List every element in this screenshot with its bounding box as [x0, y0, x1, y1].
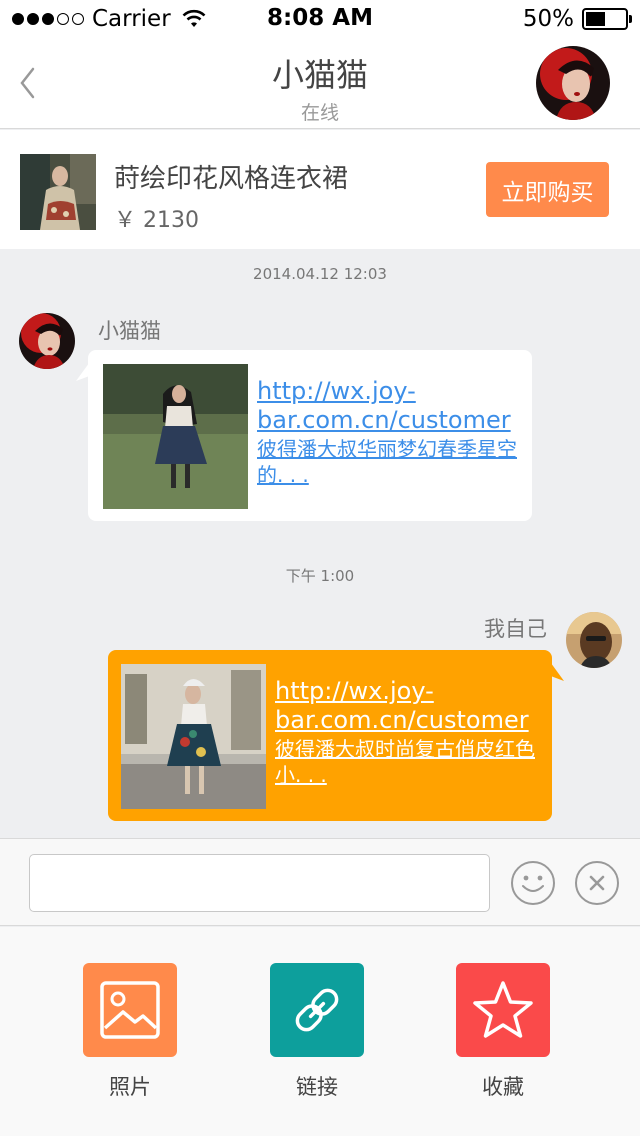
attach-photo-button[interactable]: 照片: [70, 963, 190, 1101]
message-bubble-incoming[interactable]: http://wx.joy-bar.com.cn/customer 彼得潘大叔华…: [88, 350, 532, 521]
close-icon[interactable]: [574, 860, 620, 906]
battery-icon: [582, 8, 632, 30]
image-icon: [83, 963, 177, 1057]
link-thumbnail: [121, 664, 266, 809]
link-thumbnail: [103, 364, 248, 509]
status-bar: Carrier 8:08 AM 50%: [0, 0, 640, 40]
sender-name: 小猫猫: [98, 319, 161, 343]
sender-avatar[interactable]: [19, 313, 75, 369]
attachment-panel: 照片 链接 收藏: [0, 927, 640, 1136]
product-card[interactable]: 莳绘印花风格连衣裙 ￥ 2130 立即购买: [0, 130, 640, 249]
link-description[interactable]: 彼得潘大叔时尚复古俏皮红色小. . .: [275, 736, 539, 788]
message-bubble-outgoing[interactable]: http://wx.joy-bar.com.cn/customer 彼得潘大叔时…: [108, 650, 552, 821]
link-url[interactable]: http://wx.joy-bar.com.cn/customer: [275, 677, 539, 735]
buy-now-button[interactable]: 立即购买: [486, 162, 609, 217]
message-input[interactable]: [29, 854, 490, 912]
my-avatar[interactable]: [566, 612, 622, 668]
sender-name: 我自己: [484, 617, 547, 641]
battery-fill: [586, 12, 605, 26]
link-description[interactable]: 彼得潘大叔华丽梦幻春季星空的. . .: [257, 436, 521, 488]
link-url[interactable]: http://wx.joy-bar.com.cn/customer: [257, 377, 521, 435]
smiley-icon[interactable]: [510, 860, 556, 906]
product-thumbnail: [20, 154, 96, 230]
message-timestamp: 下午 1:00: [285, 567, 355, 585]
attach-favorite-label: 收藏: [482, 1075, 524, 1099]
attach-link-label: 链接: [296, 1075, 338, 1099]
attach-favorite-button[interactable]: 收藏: [443, 963, 563, 1101]
message-timestamp: 2014.04.12 12:03: [253, 265, 387, 283]
input-bar: [0, 838, 640, 926]
attach-photo-label: 照片: [109, 1075, 151, 1099]
link-icon: [270, 963, 364, 1057]
contact-avatar[interactable]: [536, 46, 610, 120]
chat-area[interactable]: 2014.04.12 12:03 小猫猫 http://wx.joy-bar.c…: [0, 249, 640, 838]
product-price: ￥ 2130: [114, 208, 199, 233]
battery-status: 50%: [522, 6, 632, 32]
battery-percent: 50%: [522, 6, 574, 32]
star-icon: [456, 963, 550, 1057]
attach-link-button[interactable]: 链接: [257, 963, 377, 1101]
product-name: 莳绘印花风格连衣裙: [114, 164, 349, 194]
chat-header: 小猫猫 在线: [0, 40, 640, 129]
